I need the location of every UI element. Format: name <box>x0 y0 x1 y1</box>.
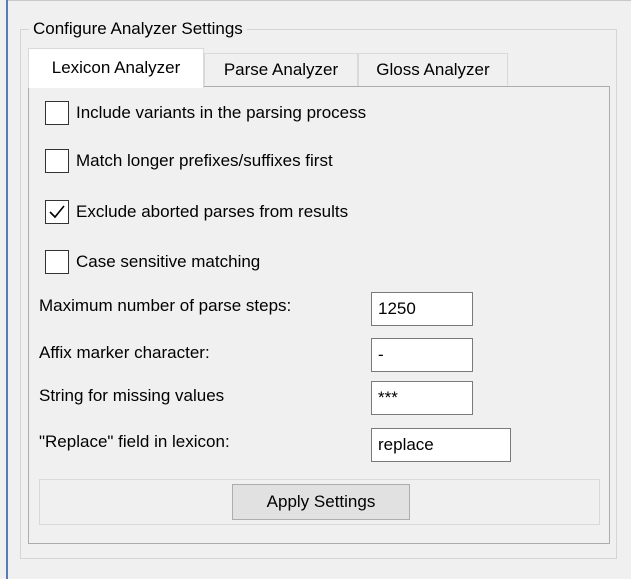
affix-marker-label: Affix marker character: <box>39 343 210 362</box>
exclude-aborted-label: Exclude aborted parses from results <box>76 202 349 221</box>
missing-values-input[interactable]: *** <box>371 381 473 415</box>
checkmark-icon <box>49 205 65 219</box>
option-match-longer-affixes[interactable]: Match longer prefixes/suffixes first <box>45 148 333 174</box>
window-left-edge <box>0 0 8 579</box>
option-exclude-aborted[interactable]: Exclude aborted parses from results <box>45 199 348 225</box>
option-case-sensitive[interactable]: Case sensitive matching <box>45 249 260 275</box>
tab-parse-analyzer[interactable]: Parse Analyzer <box>204 53 358 86</box>
missing-values-label: String for missing values <box>39 386 225 405</box>
match-longer-affixes-checkbox[interactable] <box>45 149 69 173</box>
group-title: Configure Analyzer Settings <box>29 19 247 39</box>
max-parse-steps-label: Maximum number of parse steps: <box>39 296 292 315</box>
replace-field-label: "Replace" field in lexicon: <box>39 432 230 451</box>
replace-field-input[interactable]: replace <box>371 428 511 462</box>
include-variants-label: Include variants in the parsing process <box>76 103 367 122</box>
match-longer-affixes-label: Match longer prefixes/suffixes first <box>76 151 333 170</box>
tab-lexicon-analyzer[interactable]: Lexicon Analyzer <box>28 48 204 88</box>
tab-gloss-analyzer[interactable]: Gloss Analyzer <box>358 53 508 86</box>
max-parse-steps-input[interactable]: 1250 <box>371 292 473 326</box>
include-variants-checkbox[interactable] <box>45 101 69 125</box>
option-include-variants[interactable]: Include variants in the parsing process <box>45 100 366 126</box>
exclude-aborted-checkbox[interactable] <box>45 200 69 224</box>
apply-settings-button[interactable]: Apply Settings <box>232 484 410 520</box>
case-sensitive-label: Case sensitive matching <box>76 252 261 271</box>
affix-marker-input[interactable]: - <box>371 338 473 372</box>
top-divider <box>8 0 631 1</box>
case-sensitive-checkbox[interactable] <box>45 250 69 274</box>
